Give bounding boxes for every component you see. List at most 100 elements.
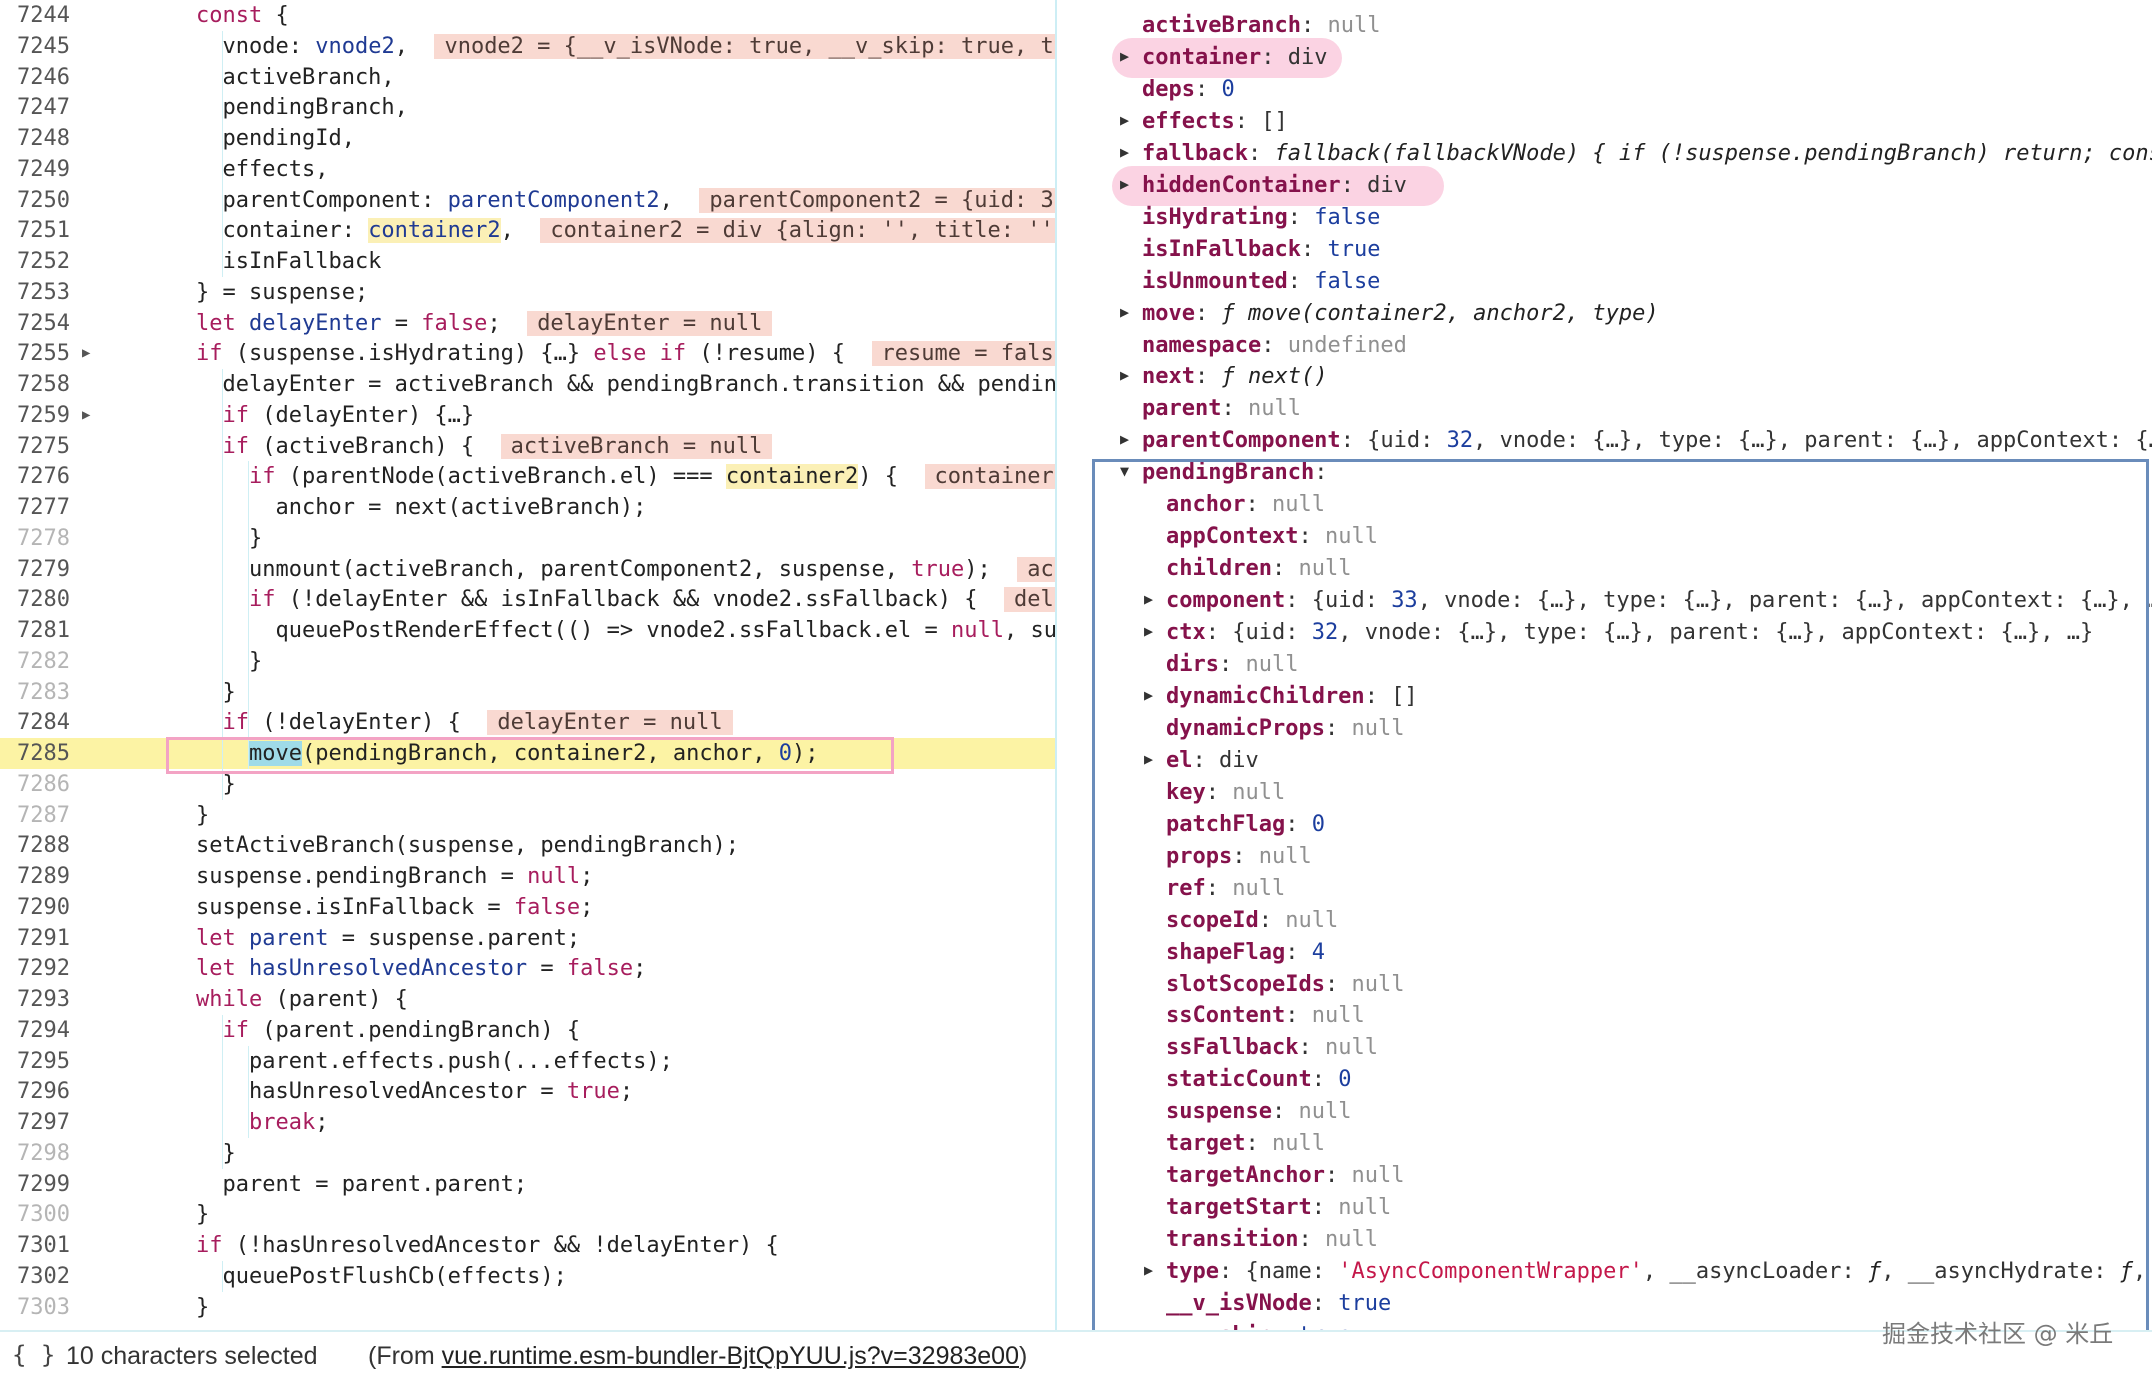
code-text: setActiveBranch(suspense, pendingBranch)… xyxy=(196,833,740,859)
line-number[interactable]: 7252 xyxy=(0,246,70,277)
line-number[interactable]: 7302 xyxy=(0,1261,70,1292)
scope-property: namespace: undefined xyxy=(1142,332,1407,358)
line-number[interactable]: 7247 xyxy=(0,92,70,123)
line-number[interactable]: 7276 xyxy=(0,461,70,492)
indent-guide xyxy=(222,369,223,800)
source-file-link[interactable]: vue.runtime.esm-bundler-BjtQpYUU.js?v=32… xyxy=(442,1342,1019,1370)
code-text: queuePostRenderEffect(() => vnode2.ssFal… xyxy=(196,618,1056,643)
line-number[interactable]: 7281 xyxy=(0,615,70,646)
line-number[interactable]: 7298 xyxy=(0,1138,70,1169)
line-number[interactable]: 7255 xyxy=(0,338,70,369)
code-text: const { xyxy=(196,3,289,28)
code-text: parentComponent: parentComponent2, paren… xyxy=(196,185,1056,216)
code-text: let delayEnter = false; delayEnter = nul… xyxy=(196,308,773,339)
pane-divider[interactable] xyxy=(1055,0,1057,1330)
line-number[interactable]: 7248 xyxy=(0,123,70,154)
expand-triangle-icon[interactable]: ▶ xyxy=(1120,303,1129,321)
code-text: parent.effects.push(...effects); xyxy=(196,1048,673,1074)
line-number[interactable]: 7259 xyxy=(0,400,70,431)
code-text: unmount(activeBranch, parentComponent2, … xyxy=(196,554,1056,585)
code-line: 7254 let delayEnter = false; delayEnter =… xyxy=(0,308,1056,339)
line-number[interactable]: 7245 xyxy=(0,31,70,62)
expand-triangle-icon[interactable]: ▶ xyxy=(1120,175,1129,193)
fold-expand-icon[interactable]: ▶ xyxy=(82,400,90,431)
scope-property: isInFallback: true xyxy=(1142,236,1381,262)
expand-triangle-icon[interactable]: ▶ xyxy=(1120,430,1129,448)
fold-expand-icon[interactable]: ▶ xyxy=(82,338,90,369)
line-number[interactable]: 7287 xyxy=(0,800,70,831)
expand-triangle-icon[interactable]: ▶ xyxy=(1120,47,1129,65)
line-number[interactable]: 7278 xyxy=(0,523,70,554)
line-number[interactable]: 7254 xyxy=(0,308,70,339)
line-number[interactable]: 7286 xyxy=(0,769,70,800)
line-number[interactable]: 7303 xyxy=(0,1292,70,1323)
code-text: if (!delayEnter) { delayEnter = null xyxy=(196,707,733,738)
line-number[interactable]: 7283 xyxy=(0,677,70,708)
indent-guide xyxy=(222,30,223,277)
code-text: hasUnresolvedAncestor = true; xyxy=(196,1079,634,1105)
code-line: 7249 effects, xyxy=(0,154,1056,185)
code-text: effects, xyxy=(196,156,329,182)
watermark-text: 掘金技术社区 @ 米丘 xyxy=(1882,1320,2114,1348)
line-number[interactable]: 7299 xyxy=(0,1169,70,1200)
scope-property[interactable]: move: ƒ move(container2, anchor2, type) xyxy=(1142,298,1659,330)
code-text: let parent = suspense.parent; xyxy=(196,925,581,951)
code-text: suspense.isInFallback = false; xyxy=(196,894,594,920)
scope-property[interactable]: container: div xyxy=(1142,42,1327,74)
line-number[interactable]: 7293 xyxy=(0,984,70,1015)
line-number[interactable]: 7297 xyxy=(0,1107,70,1138)
line-number[interactable]: 7285 xyxy=(0,738,70,769)
line-number[interactable]: 7253 xyxy=(0,277,70,308)
code-line: 7290 suspense.isInFallback = false; xyxy=(0,892,1056,923)
expand-triangle-icon[interactable]: ▶ xyxy=(1120,366,1129,384)
line-number[interactable]: 7301 xyxy=(0,1230,70,1261)
pretty-print-icon[interactable]: { } xyxy=(12,1341,55,1369)
line-number[interactable]: 7291 xyxy=(0,923,70,954)
code-line: 7292 let hasUnresolvedAncestor = false; xyxy=(0,953,1056,984)
code-line: 7277 anchor = next(activeBranch); xyxy=(0,492,1056,523)
code-line: 7291 let parent = suspense.parent; xyxy=(0,923,1056,954)
code-text: } = suspense; xyxy=(196,279,369,305)
code-text: break; xyxy=(248,1110,329,1135)
line-number[interactable]: 7279 xyxy=(0,554,70,585)
scope-property: isUnmounted: false xyxy=(1142,268,1381,294)
line-number[interactable]: 7295 xyxy=(0,1046,70,1077)
line-number[interactable]: 7290 xyxy=(0,892,70,923)
line-number[interactable]: 7249 xyxy=(0,154,70,185)
line-number[interactable]: 7294 xyxy=(0,1015,70,1046)
line-number[interactable]: 7296 xyxy=(0,1076,70,1107)
line-number[interactable]: 7246 xyxy=(0,62,70,93)
code-text: parent = parent.parent; xyxy=(196,1171,528,1197)
code-text: if (activeBranch) { activeBranch = null xyxy=(196,431,773,462)
code-text: delayEnter = activeBranch && pendingBran… xyxy=(222,372,1056,397)
scope-property[interactable]: hiddenContainer: div xyxy=(1142,170,1407,202)
line-number[interactable]: 7250 xyxy=(0,185,70,216)
source-code-pane[interactable]: 7244 const { 7245 vnode: vnode2, vnode2 = … xyxy=(0,0,1056,1330)
code-line: 7296 hasUnresolvedAncestor = true; xyxy=(0,1076,1056,1107)
scope-property[interactable]: fallback: fallback(fallbackVNode) { if (… xyxy=(1142,138,2152,170)
code-line: 7275 if (activeBranch) { activeBranch = … xyxy=(0,431,1056,462)
code-line: 7245 vnode: vnode2, vnode2 = {__v_isVNod… xyxy=(0,31,1056,62)
expand-triangle-icon[interactable]: ▶ xyxy=(1120,111,1129,129)
line-number[interactable]: 7244 xyxy=(0,0,70,31)
line-number[interactable]: 7300 xyxy=(0,1199,70,1230)
line-number[interactable]: 7275 xyxy=(0,431,70,462)
scope-property[interactable]: next: ƒ next() xyxy=(1142,361,1327,393)
line-number[interactable]: 7292 xyxy=(0,953,70,984)
scope-property[interactable]: parentComponent: {uid: 32, vnode: {…}, t… xyxy=(1142,425,2152,457)
code-line: 7293 while (parent) { xyxy=(0,984,1056,1015)
line-number[interactable]: 7284 xyxy=(0,707,70,738)
line-number[interactable]: 7258 xyxy=(0,369,70,400)
scope-property[interactable]: effects: [] xyxy=(1142,106,1288,138)
line-number[interactable]: 7280 xyxy=(0,584,70,615)
code-text: vnode: vnode2, vnode2 = {__v_isVNode: tr… xyxy=(196,31,1056,62)
source-prefix: (From xyxy=(368,1342,442,1370)
line-number[interactable]: 7289 xyxy=(0,861,70,892)
line-number[interactable]: 7251 xyxy=(0,215,70,246)
code-line: 7299 parent = parent.parent; xyxy=(0,1169,1056,1200)
expand-triangle-icon[interactable]: ▶ xyxy=(1120,143,1129,161)
line-number[interactable]: 7282 xyxy=(0,646,70,677)
line-number[interactable]: 7277 xyxy=(0,492,70,523)
line-number[interactable]: 7288 xyxy=(0,830,70,861)
code-line: 7283 } xyxy=(0,677,1056,708)
